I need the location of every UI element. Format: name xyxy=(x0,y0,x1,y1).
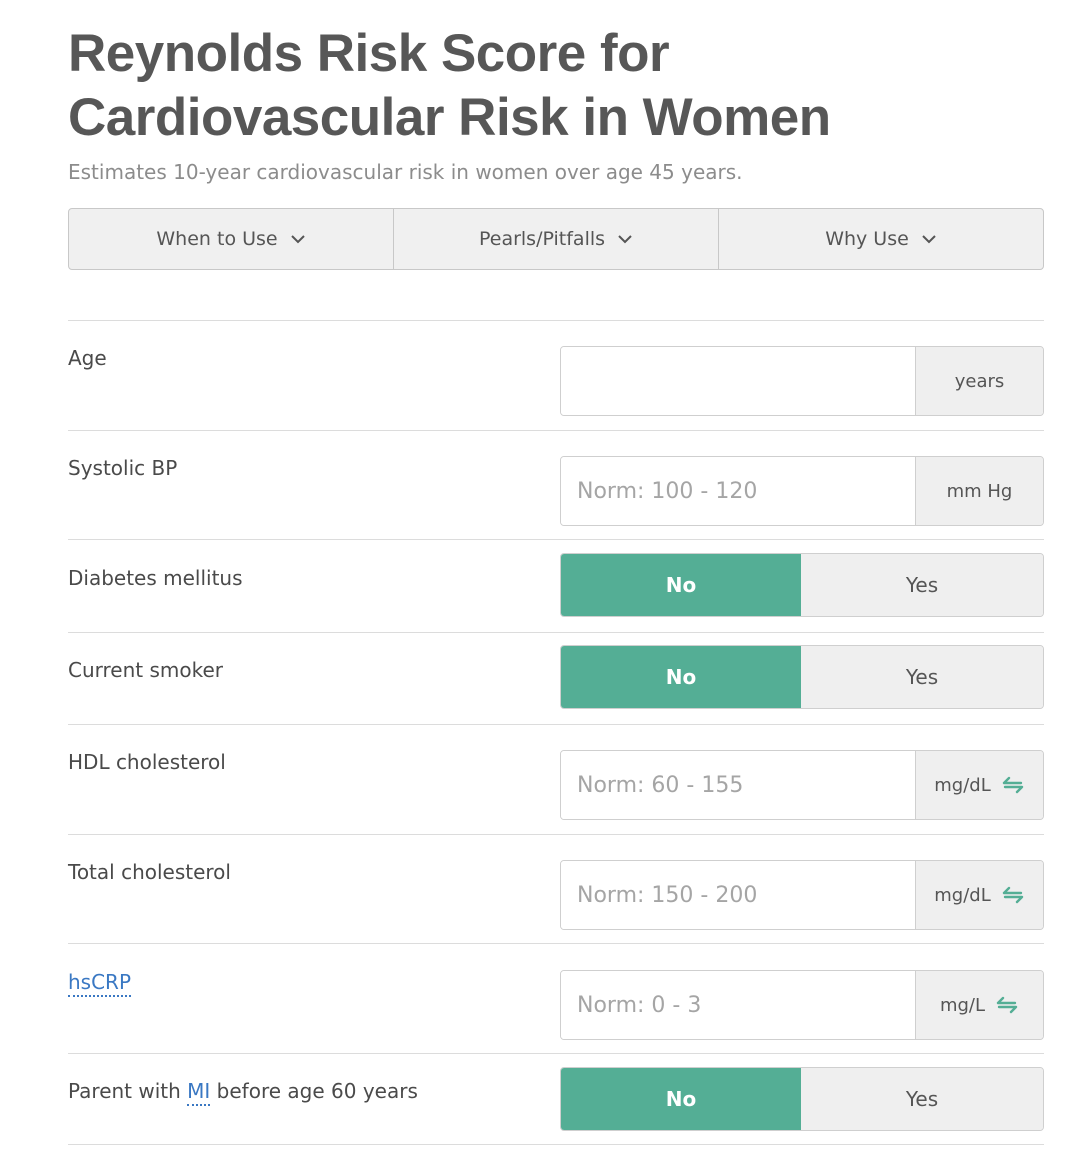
age-label: Age xyxy=(68,346,107,370)
unit-label: mg/dL xyxy=(934,774,991,796)
tab-label: Why Use xyxy=(825,228,909,250)
diabetes-label: Diabetes mellitus xyxy=(68,566,243,590)
unit-swap-icon[interactable] xyxy=(995,996,1019,1014)
unit-label: mg/dL xyxy=(934,884,991,906)
chevron-down-icon xyxy=(618,235,632,244)
parent-mi-toggle: No Yes xyxy=(560,1067,1044,1131)
age-unit: years xyxy=(916,347,1043,415)
total-cholesterol-label: Total cholesterol xyxy=(68,860,231,884)
divider xyxy=(68,632,1044,633)
tab-when-to-use[interactable]: When to Use xyxy=(69,209,394,269)
sbp-label: Systolic BP xyxy=(68,456,178,480)
sbp-unit: mm Hg xyxy=(916,457,1043,525)
unit-swap-icon[interactable] xyxy=(1001,776,1025,794)
label-text: before age 60 years xyxy=(210,1079,418,1103)
hscrp-unit: mg/L xyxy=(916,971,1043,1039)
parent-mi-no-option[interactable]: No xyxy=(561,1068,801,1130)
smoker-yes-option[interactable]: Yes xyxy=(801,646,1043,708)
total-cholesterol-unit: mg/dL xyxy=(916,861,1043,929)
total-cholesterol-input-group: mg/dL xyxy=(560,860,1044,930)
tab-pearls-pitfalls[interactable]: Pearls/Pitfalls xyxy=(394,209,719,269)
parent-mi-label: Parent with MI before age 60 years xyxy=(68,1079,418,1106)
unit-label: mg/L xyxy=(939,994,986,1016)
age-input[interactable] xyxy=(561,347,916,415)
page-subtitle: Estimates 10-year cardiovascular risk in… xyxy=(68,160,743,184)
divider xyxy=(68,1053,1044,1054)
sbp-input-group: mm Hg xyxy=(560,456,1044,526)
label-text: Parent with xyxy=(68,1079,188,1103)
age-input-group: years xyxy=(560,346,1044,416)
divider xyxy=(68,1144,1044,1145)
page-title: Reynolds Risk Score for Cardiovascular R… xyxy=(68,24,831,147)
hscrp-link[interactable]: hsCRP xyxy=(68,970,132,997)
tab-why-use[interactable]: Why Use xyxy=(719,209,1043,269)
hscrp-input-group: mg/L xyxy=(560,970,1044,1040)
divider xyxy=(68,430,1044,431)
smoker-label: Current smoker xyxy=(68,658,224,682)
unit-label: mm Hg xyxy=(946,480,1013,502)
tab-label: When to Use xyxy=(156,228,278,250)
hdl-label: HDL cholesterol xyxy=(68,750,226,774)
unit-swap-icon[interactable] xyxy=(1001,886,1025,904)
unit-label: years xyxy=(954,370,1005,392)
smoker-no-option[interactable]: No xyxy=(561,646,801,708)
parent-mi-yes-option[interactable]: Yes xyxy=(801,1068,1043,1130)
divider xyxy=(68,943,1044,944)
divider xyxy=(68,724,1044,725)
mi-link[interactable]: MI xyxy=(187,1079,211,1106)
divider xyxy=(68,834,1044,835)
total-cholesterol-input[interactable] xyxy=(561,861,916,929)
diabetes-no-option[interactable]: No xyxy=(561,554,801,616)
hscrp-input[interactable] xyxy=(561,971,916,1039)
hdl-input[interactable] xyxy=(561,751,916,819)
tab-label: Pearls/Pitfalls xyxy=(478,228,606,250)
hdl-unit: mg/dL xyxy=(916,751,1043,819)
hdl-input-group: mg/dL xyxy=(560,750,1044,820)
divider xyxy=(68,539,1044,540)
info-tabs: When to Use Pearls/Pitfalls Why Use xyxy=(68,208,1044,270)
diabetes-yes-option[interactable]: Yes xyxy=(801,554,1043,616)
diabetes-toggle: No Yes xyxy=(560,553,1044,617)
sbp-input[interactable] xyxy=(561,457,916,525)
chevron-down-icon xyxy=(922,235,936,244)
chevron-down-icon xyxy=(290,235,305,244)
smoker-toggle: No Yes xyxy=(560,645,1044,709)
divider xyxy=(68,320,1044,321)
hscrp-label: hsCRP xyxy=(68,970,132,997)
